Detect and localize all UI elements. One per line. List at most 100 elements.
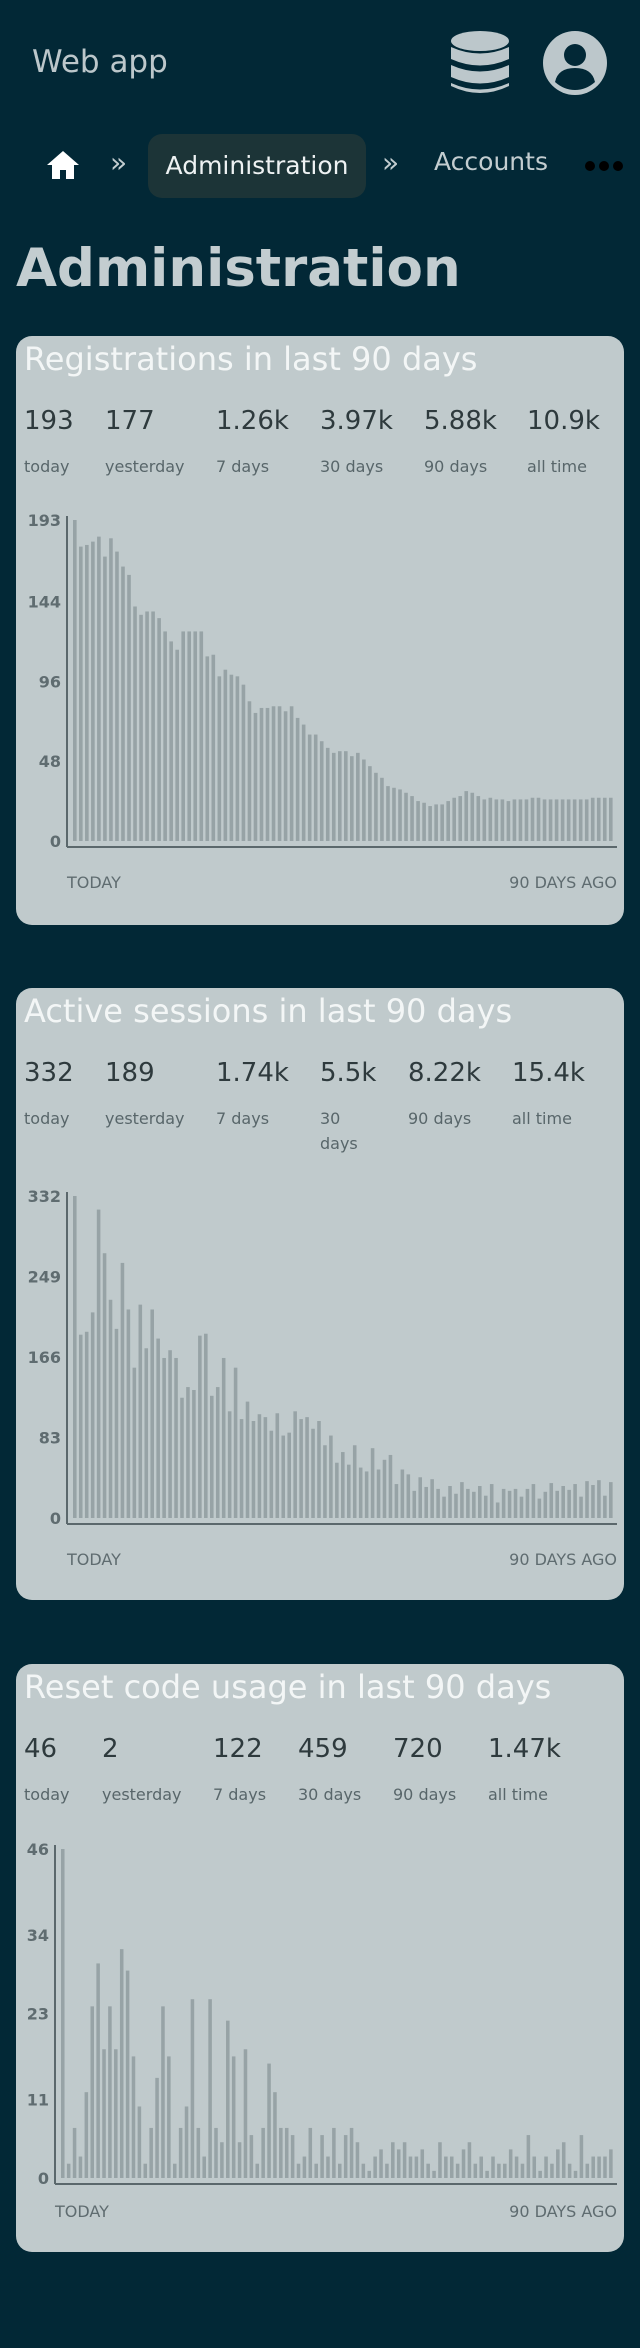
chart-bar (156, 1338, 160, 1518)
chart-bar (138, 1304, 143, 1518)
user-icon[interactable] (542, 30, 608, 96)
chart-bar (281, 1435, 286, 1518)
chart-bar (466, 1488, 470, 1518)
chart-bar (370, 1448, 375, 1518)
x-axis-label-start: TODAY (66, 873, 121, 892)
chart-bar (364, 1471, 369, 1518)
chart-bar (249, 2135, 254, 2178)
chart-bar (314, 2163, 318, 2178)
chart-bar (103, 556, 107, 841)
chart-bar (255, 2163, 260, 2178)
chart-bar (271, 706, 276, 841)
chart-bar (313, 734, 318, 841)
chart-bar (233, 1367, 238, 1518)
chart-bar (162, 1357, 166, 1518)
chart-bar (519, 1496, 524, 1518)
chart-bar (175, 649, 179, 841)
chart-bar (404, 792, 408, 841)
chart-bar (180, 1397, 184, 1518)
chart-bar (263, 1417, 268, 1518)
chart-bar (145, 611, 149, 841)
chart-bar (245, 1401, 250, 1518)
more-dots-icon[interactable] (584, 160, 624, 172)
chart-bar (514, 2156, 519, 2178)
chart-bar (343, 2135, 348, 2178)
breadcrumb-separator: » (382, 146, 400, 179)
chart-bar (550, 2163, 554, 2178)
chart-bar (192, 1389, 196, 1518)
chart-bar (320, 2135, 324, 2178)
chart-bar (549, 1483, 554, 1518)
chart-bar (329, 1435, 333, 1518)
chart-bar (237, 2142, 242, 2178)
chart-bar (470, 792, 475, 841)
chart-bar (217, 676, 222, 841)
database-icon[interactable] (450, 30, 510, 96)
chart-bar (579, 1496, 583, 1518)
chart-bar (204, 1333, 208, 1518)
chart-bar (289, 706, 294, 841)
chart-bar (483, 1495, 488, 1518)
chart-bar (308, 2127, 313, 2178)
chart-bar (531, 1484, 536, 1518)
chart-bar (379, 2149, 383, 2178)
chart-bar (532, 2156, 537, 2178)
chart-bar (226, 2020, 230, 2178)
reset-code-chart: 0 11 23 34 46 TODAY 90 DAYS AGO (27, 1840, 617, 2221)
breadcrumb-accounts[interactable]: Accounts (434, 147, 548, 176)
chart-bar (155, 2077, 159, 2178)
chart-bar (428, 806, 432, 841)
chart-bar (396, 2149, 401, 2178)
y-tick-label: 332 (28, 1187, 61, 1206)
chart-bar (299, 1419, 303, 1518)
chart-bar (362, 759, 366, 841)
chart-bar (382, 1459, 387, 1518)
chart-bar (585, 2163, 590, 2178)
chart-bar (602, 797, 607, 841)
y-tick-label: 11 (27, 2090, 49, 2109)
chart-bar (341, 1452, 345, 1518)
chart-bar (373, 2156, 377, 2178)
chart-bar (402, 2142, 407, 2178)
chart-bar (567, 1489, 571, 1518)
chart-bar (460, 1482, 464, 1518)
chart-bar (196, 2127, 201, 2178)
chart-bar (555, 1490, 560, 1518)
chart-bar (305, 1417, 309, 1518)
chart-bar (202, 2156, 206, 2178)
chart-bar (66, 2163, 71, 2178)
chart-bar (374, 772, 378, 841)
chart-bar (408, 2156, 413, 2178)
chart-bar (161, 2006, 165, 2178)
home-icon[interactable] (46, 150, 80, 180)
breadcrumb-administration[interactable]: Administration (148, 134, 366, 198)
chart-bar (151, 611, 155, 841)
chart-bar (356, 752, 360, 841)
y-tick-label: 23 (27, 2005, 49, 2024)
chart-bar (388, 1454, 393, 1518)
y-tick-label: 166 (28, 1348, 61, 1367)
app-title[interactable]: Web app (32, 44, 168, 80)
chart-bar (251, 1421, 256, 1518)
chart-bar (380, 777, 384, 841)
chart-bar (400, 1469, 405, 1518)
chart-bar (193, 631, 198, 841)
chart-bar (319, 741, 324, 841)
chart-bar (337, 751, 342, 841)
chart-bar (410, 796, 414, 841)
chart-bar (368, 766, 372, 841)
x-axis-label-start: TODAY (54, 2202, 109, 2221)
chart-bar (257, 1414, 262, 1518)
chart-bar (554, 799, 559, 841)
chart-bar (253, 712, 258, 841)
breadcrumb-separator: » (110, 146, 128, 179)
chart-bar (259, 707, 264, 841)
chart-bar (97, 536, 101, 841)
chart-bar (432, 2170, 436, 2178)
chart-bar (406, 1474, 411, 1518)
chart-bar (513, 1488, 518, 1518)
y-tick-label: 83 (39, 1429, 61, 1448)
chart-bar (229, 674, 234, 841)
chart-bar (424, 1486, 428, 1518)
chart-bar (367, 2170, 372, 2178)
